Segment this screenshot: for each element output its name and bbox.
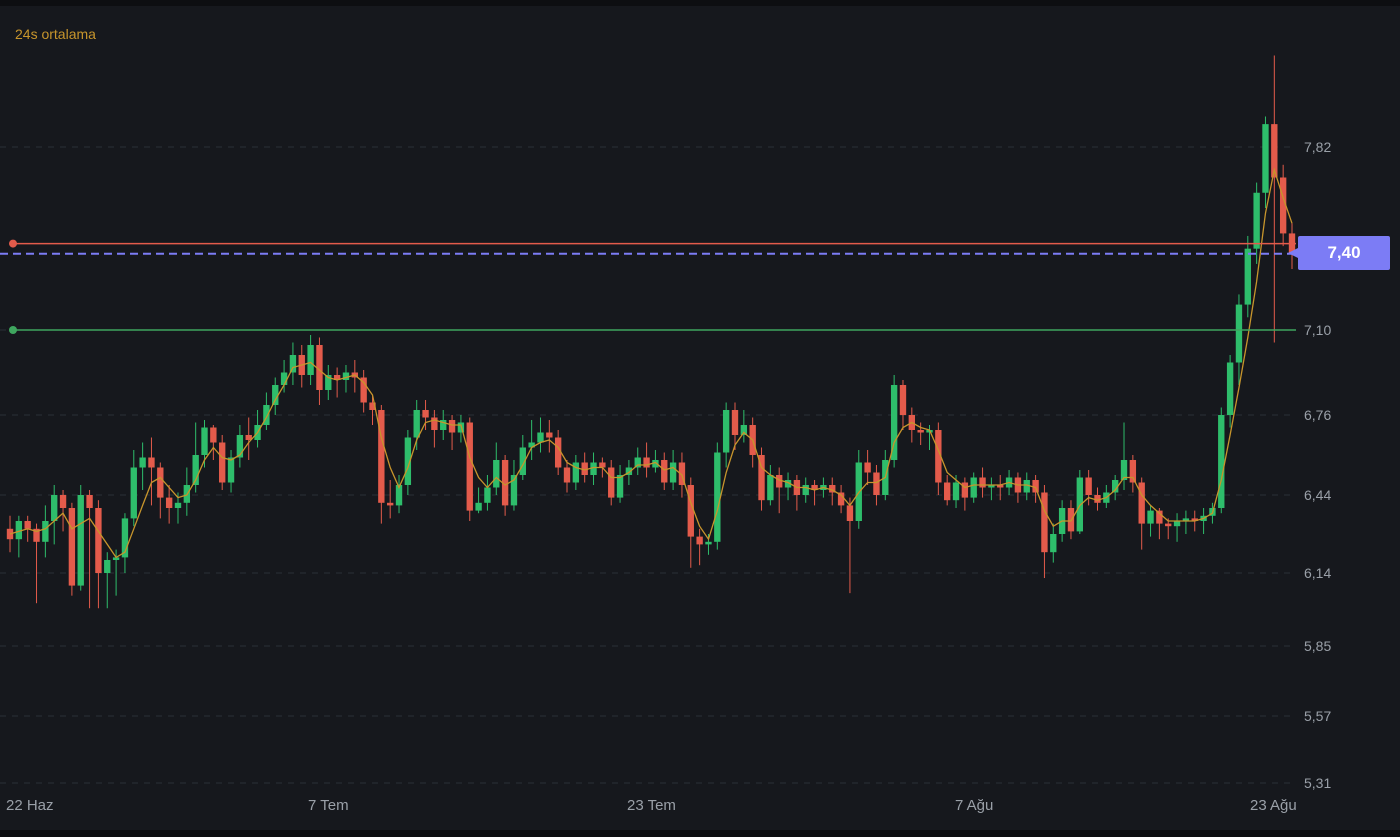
candle-down [731,410,739,435]
candle-down [899,385,907,415]
candle-down [1067,508,1075,532]
candle-up [1262,124,1269,193]
candle-up [104,560,111,573]
candle-down [661,460,668,483]
candle-down [448,420,456,433]
candle-up [767,475,774,501]
candle-up [1226,362,1234,415]
y-tick-label: 7,82 [1304,139,1331,155]
candle-down [546,432,553,438]
candle-down [165,497,173,508]
candle-down [386,502,394,506]
candle-up [307,345,314,375]
candle-up [722,410,730,453]
candle-up [1076,477,1083,532]
candle-up [201,427,208,455]
candle-down [148,457,155,468]
candle-up [705,541,712,545]
y-tick-label: 7,10 [1304,322,1331,338]
current-price-badge: 7,40 [1288,236,1390,270]
candle-down [944,482,951,501]
candle-down [599,462,606,468]
y-tick-label: 6,44 [1304,487,1331,503]
candle-down [68,508,76,586]
candle-up [174,502,182,508]
y-tick-label: 5,85 [1304,638,1331,654]
candle-down [59,495,67,508]
candle-down [210,427,217,443]
candle-up [493,460,500,488]
candlestick-chart[interactable]: 7,82 7,10 6,76 6,44 6,14 5,85 5,57 5,31 22 Haz 7 … [0,6,1400,830]
x-tick-label: 22 Haz [6,797,54,814]
candle-down [422,410,429,418]
candle-down [466,422,473,511]
level-line-handle [9,239,17,248]
candle-up [139,457,146,468]
candle-up [1173,521,1181,527]
candle-up [227,457,235,483]
candle-up [1050,534,1057,553]
candle-up [634,457,641,468]
candle-down [157,467,164,498]
candle-down [563,467,571,483]
candle-down [219,442,226,483]
candle-up [952,482,960,501]
candle-up [1235,304,1243,363]
x-tick-label: 23 Ağu [1250,797,1297,814]
candle-down [864,462,871,473]
candle-down [643,457,650,468]
moving-average-line [9,167,1293,559]
candle-up [42,521,49,542]
candle-down [1041,492,1048,553]
chart-panel[interactable]: 7,82 7,10 6,76 6,44 6,14 5,85 5,57 5,31 22 Haz 7 … [0,6,1400,830]
y-tick-label: 5,31 [1304,775,1331,791]
candle-up [77,495,84,586]
candle-down [24,521,31,529]
candle-down [1165,523,1172,527]
candle-up [669,462,677,483]
candle-down [687,485,694,537]
candle-up [714,452,721,542]
candle-up [475,502,482,511]
x-tick-label: 7 Ağu [955,797,993,814]
candle-up [572,462,580,483]
candle-down [696,536,703,545]
candle-up [1218,415,1225,508]
y-tick-label: 6,76 [1304,407,1331,423]
candle-up [802,485,809,495]
candle-up [537,432,544,443]
candle-down [1085,477,1092,495]
candle-up [280,372,288,385]
candle-down [95,508,102,573]
y-tick-label: 6,14 [1304,565,1331,581]
candle-down [86,495,93,508]
x-tick-label: 7 Tem [308,797,349,814]
legend-moving-average: 24s ortalama [15,26,96,42]
candle-up [130,467,137,519]
candle-up [1147,510,1154,524]
candle-up [1253,192,1260,249]
level-line-handle [9,326,17,334]
candle-down [1138,482,1145,524]
candle-up [484,487,491,503]
candle-up [1244,248,1251,305]
candle-up [616,475,624,498]
candle-down [979,477,986,488]
x-tick-label: 23 Tem [627,797,676,814]
candle-down [873,472,880,495]
candle-up [413,410,420,438]
candle-down [608,467,615,498]
candle-up [289,355,297,373]
candle-down [917,430,924,433]
candle-up [970,477,977,498]
candle-up [51,495,58,521]
candle-down [846,505,854,521]
candle-down [1129,460,1137,483]
y-tick-label: 5,57 [1304,708,1331,724]
